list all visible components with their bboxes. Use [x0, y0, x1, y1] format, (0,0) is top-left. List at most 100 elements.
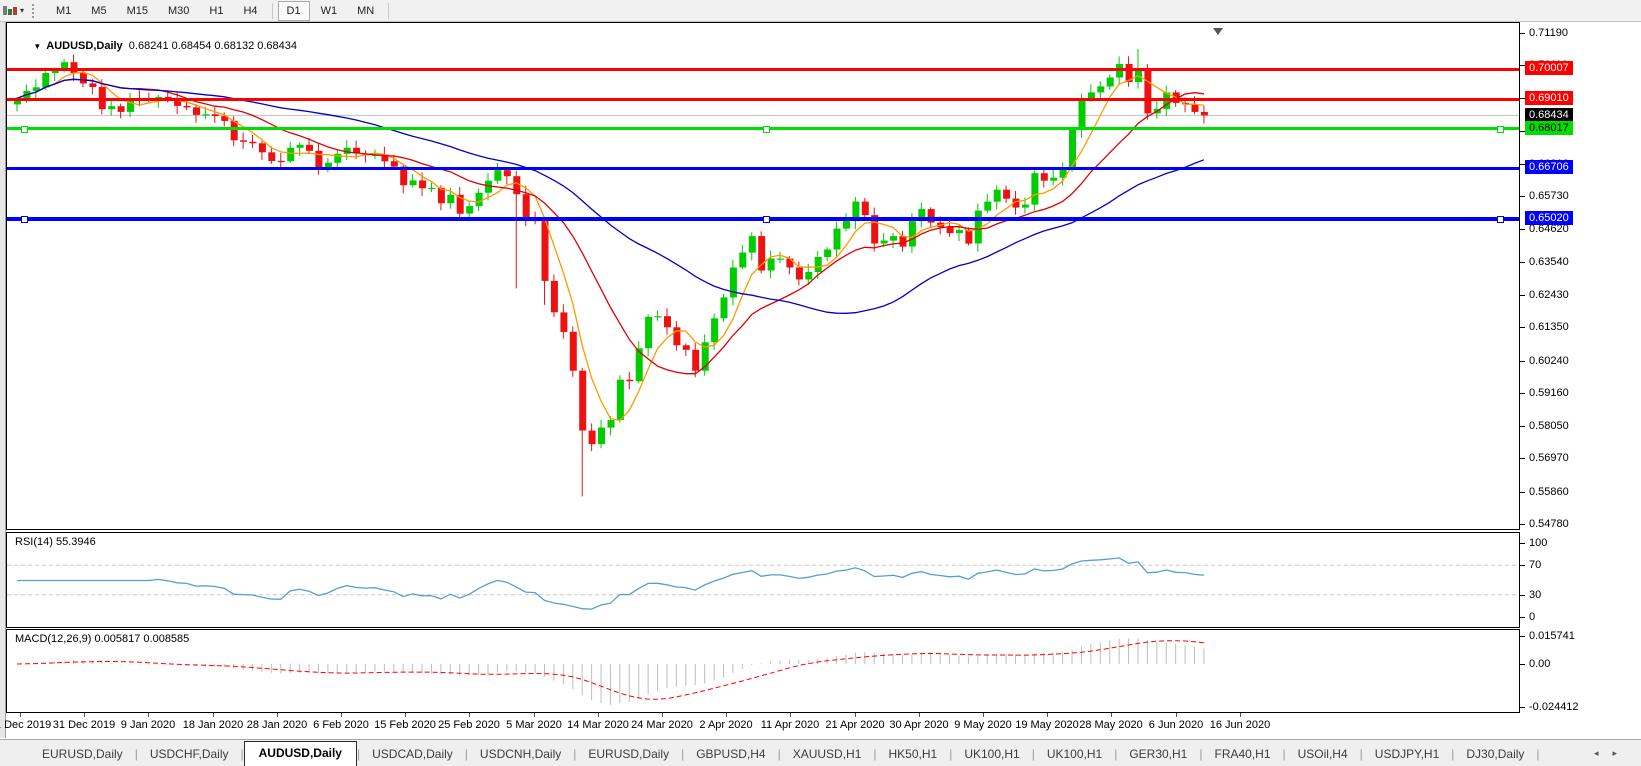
rsi-tick-label: 0 [1529, 611, 1536, 623]
tab-uk100-h1[interactable]: UK100,H1 [1035, 743, 1114, 766]
tab-fra40-h1[interactable]: FRA40,H1 [1202, 743, 1282, 766]
timeframe-toolbar: ▾ M1 M5 M15 M30 H1 H4 D1 W1 MN [0, 0, 1641, 22]
candle-body [268, 152, 276, 161]
tab-usoil-h4[interactable]: USOil,H4 [1286, 743, 1360, 766]
candle-body [833, 228, 841, 250]
tab-usdchf-daily[interactable]: USDCHF,Daily [138, 743, 241, 766]
date-label: 21 Dec 2019 [0, 719, 52, 731]
candle-body [805, 272, 813, 280]
candle-body [1031, 173, 1039, 205]
candle-body [503, 170, 511, 177]
candle-body [843, 221, 850, 229]
price-badge-0.66706: 0.66706 [1525, 160, 1573, 174]
date-tick-mark [1047, 713, 1048, 717]
timeframe-button-m15[interactable]: M15 [118, 1, 157, 21]
candle-body [51, 70, 59, 73]
price-tick-label: 0.71190 [1529, 27, 1568, 39]
ma-fast-line [16, 71, 1204, 422]
tab-ger30-h1[interactable]: GER30,H1 [1117, 743, 1199, 766]
date-label: 18 Jan 2020 [182, 719, 244, 731]
macd-tick-mark [1520, 636, 1525, 637]
candle-body [956, 230, 963, 234]
rsi-pane[interactable]: RSI(14) 55.3946 [6, 532, 1520, 628]
date-tick-mark [919, 713, 920, 717]
expander-icon[interactable]: ▼ [33, 42, 41, 51]
price-badge-0.70007: 0.70007 [1525, 61, 1573, 75]
candle-body [466, 206, 474, 214]
tab-gbpusd-h4[interactable]: GBPUSD,H4 [684, 743, 777, 766]
date-tick-mark [1240, 713, 1241, 717]
tabs-scroll-left-icon[interactable]: ◂ [1594, 748, 1613, 758]
candle-body [984, 201, 992, 211]
date-axis[interactable]: 21 Dec 201931 Dec 2019 9 Jan 2020 18 Jan 2… [0, 713, 1520, 739]
tabs-scroll-right-icon[interactable]: ▸ [1612, 748, 1631, 758]
date-tick-mark [277, 713, 278, 717]
price-tick-label: 0.62430 [1529, 289, 1569, 301]
date-tick-mark [20, 713, 21, 717]
horizontal-line-0.66706[interactable] [7, 166, 1519, 170]
tab-eurusd-daily[interactable]: EURUSD,Daily [30, 743, 135, 766]
candle-body [409, 180, 417, 186]
candle-body [786, 258, 794, 268]
tab-dj30-daily[interactable]: DJ30,Daily [1454, 743, 1536, 766]
tab-usdcad-daily[interactable]: USDCAD,Daily [360, 743, 465, 766]
candle-body [1078, 99, 1086, 130]
price-axis[interactable]: 0.711900.701100.690000.679200.668100.657… [1520, 22, 1641, 738]
macd-tick-label: 0.015741 [1529, 630, 1575, 642]
timeframe-button-h4[interactable]: H4 [234, 1, 266, 21]
macd-tick-label: 0.00 [1529, 658, 1551, 670]
timeframe-button-m30[interactable]: M30 [159, 1, 198, 21]
date-label: 31 Dec 2019 [52, 719, 116, 731]
rsi-tick-label: 70 [1529, 559, 1542, 571]
price-tick-mark [1520, 33, 1525, 34]
price-tick-label: 0.54780 [1529, 518, 1569, 530]
date-tick-mark [84, 713, 85, 717]
timeframe-button-mn[interactable]: MN [348, 1, 383, 21]
chart-title: ▼ AUDUSD,Daily 0.68241 0.68454 0.68132 0.… [15, 28, 297, 64]
price-tick-mark [1520, 295, 1525, 296]
tab-xauusd-h1[interactable]: XAUUSD,H1 [781, 743, 874, 766]
candle-body [240, 140, 248, 142]
line-handle[interactable] [1497, 215, 1504, 223]
tab-usdcnh-daily[interactable]: USDCNH,Daily [468, 743, 573, 766]
tab-separator: | [1536, 747, 1540, 761]
main-chart-pane[interactable]: ▼ AUDUSD,Daily 0.68241 0.68454 0.68132 0.… [6, 22, 1520, 530]
chart-shift-icon[interactable] [1213, 28, 1223, 35]
tab-hk50-h1[interactable]: HK50,H1 [877, 743, 950, 766]
chart-tab-bar: EURUSD,Daily | USDCHF,Daily | AUDUSD,Daily | U… [0, 739, 1641, 766]
candle-body [626, 379, 634, 382]
price-tick-label: 0.63540 [1529, 256, 1569, 268]
candle-body [296, 144, 304, 148]
date-label: 14 Mar 2020 [567, 719, 629, 731]
candle-body [475, 192, 483, 207]
date-label: 30 Apr 2020 [889, 719, 949, 731]
tab-usdjpy-h1[interactable]: USDJPY,H1 [1363, 743, 1451, 766]
candle-body [645, 316, 653, 349]
line-handle[interactable] [21, 125, 28, 133]
charts-toolbar-icon[interactable] [1, 3, 19, 19]
timeframe-button-m1[interactable]: M1 [47, 1, 80, 21]
horizontal-line-0.69010[interactable] [7, 97, 1519, 101]
candle-body [560, 312, 568, 332]
timeframe-button-w1[interactable]: W1 [312, 1, 347, 21]
tab-eurusd-daily[interactable]: EURUSD,Daily [576, 743, 681, 766]
price-tick-mark [1520, 361, 1525, 362]
candle-body [598, 427, 605, 445]
line-handle[interactable] [763, 215, 770, 223]
line-handle[interactable] [21, 215, 28, 223]
toolbar-grip[interactable] [32, 3, 38, 18]
timeframe-button-m5[interactable]: M5 [82, 1, 115, 21]
candle-body [550, 280, 558, 313]
tab-uk100-h1[interactable]: UK100,H1 [952, 743, 1031, 766]
line-handle[interactable] [763, 125, 770, 133]
price-badge-0.65020: 0.65020 [1525, 211, 1573, 225]
timeframe-button-h1[interactable]: H1 [200, 1, 232, 21]
macd-pane[interactable]: MACD(12,26,9) 0.005817 0.008585 [6, 629, 1520, 713]
tab-audusd-daily[interactable]: AUDUSD,Daily [243, 741, 357, 766]
timeframe-button-d1[interactable]: D1 [277, 0, 310, 21]
horizontal-line-0.70007[interactable] [7, 67, 1519, 71]
candle-body [1003, 189, 1011, 199]
date-label: 25 Feb 2020 [438, 719, 500, 731]
chevron-down-icon[interactable]: ▾ [20, 6, 24, 15]
line-handle[interactable] [1497, 125, 1504, 133]
